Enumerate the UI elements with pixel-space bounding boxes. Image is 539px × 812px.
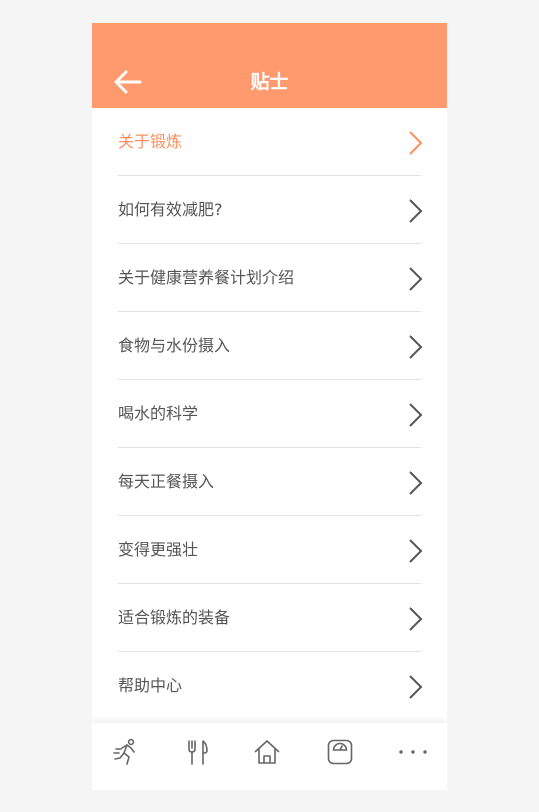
tip-row-help-center[interactable]: 帮助中心 <box>118 652 423 719</box>
tip-row-meal-plan[interactable]: 关于健康营养餐计划介绍 <box>118 244 423 312</box>
tip-label: 食物与水份摄入 <box>118 336 231 355</box>
chevron-right-icon <box>409 675 423 699</box>
tip-label: 喝水的科学 <box>118 404 199 423</box>
tips-list: 关于锻炼 如何有效减肥? 关于健康营养餐计划介绍 食物与水份摄入 喝水的科学 每… <box>92 108 447 719</box>
chevron-right-icon <box>409 131 423 155</box>
tip-label: 帮助中心 <box>118 676 183 695</box>
tip-row-exercise[interactable]: 关于锻炼 <box>118 108 423 176</box>
tip-row-food-water[interactable]: 食物与水份摄入 <box>118 312 423 380</box>
header-bar: 贴士 <box>92 23 447 108</box>
tip-label: 适合锻炼的装备 <box>118 608 231 627</box>
tab-meals[interactable] <box>182 737 212 767</box>
chevron-right-icon <box>409 607 423 631</box>
home-icon <box>254 740 280 764</box>
tab-workout[interactable] <box>111 737 141 767</box>
tip-label: 如何有效减肥? <box>118 200 223 219</box>
tip-label: 每天正餐摄入 <box>118 472 215 491</box>
chevron-right-icon <box>409 539 423 563</box>
tab-weight[interactable] <box>325 737 355 767</box>
tab-home[interactable] <box>252 737 282 767</box>
tip-row-equipment[interactable]: 适合锻炼的装备 <box>118 584 423 652</box>
scale-icon <box>327 739 353 765</box>
running-icon <box>113 738 135 765</box>
tip-label: 关于健康营养餐计划介绍 <box>118 268 295 287</box>
tab-more[interactable] <box>398 737 428 767</box>
tip-row-daily-meals[interactable]: 每天正餐摄入 <box>118 448 423 516</box>
chevron-right-icon <box>409 403 423 427</box>
chevron-right-icon <box>409 267 423 291</box>
bottom-tab-bar <box>92 723 447 790</box>
page-title: 贴士 <box>250 71 289 93</box>
tip-label: 关于锻炼 <box>118 132 183 151</box>
chevron-right-icon <box>409 199 423 223</box>
tip-row-lose-weight[interactable]: 如何有效减肥? <box>118 176 423 244</box>
chevron-right-icon <box>409 471 423 495</box>
chevron-right-icon <box>409 335 423 359</box>
phone-screen: 贴士 关于锻炼 如何有效减肥? 关于健康营养餐计划介绍 食物与水份摄入 喝水的科… <box>92 23 447 790</box>
tip-row-stronger[interactable]: 变得更强壮 <box>118 516 423 584</box>
tip-row-drinking-water[interactable]: 喝水的科学 <box>118 380 423 448</box>
more-dots-icon <box>399 750 427 754</box>
fork-knife-icon <box>188 740 208 765</box>
tip-label: 变得更强壮 <box>118 540 199 559</box>
